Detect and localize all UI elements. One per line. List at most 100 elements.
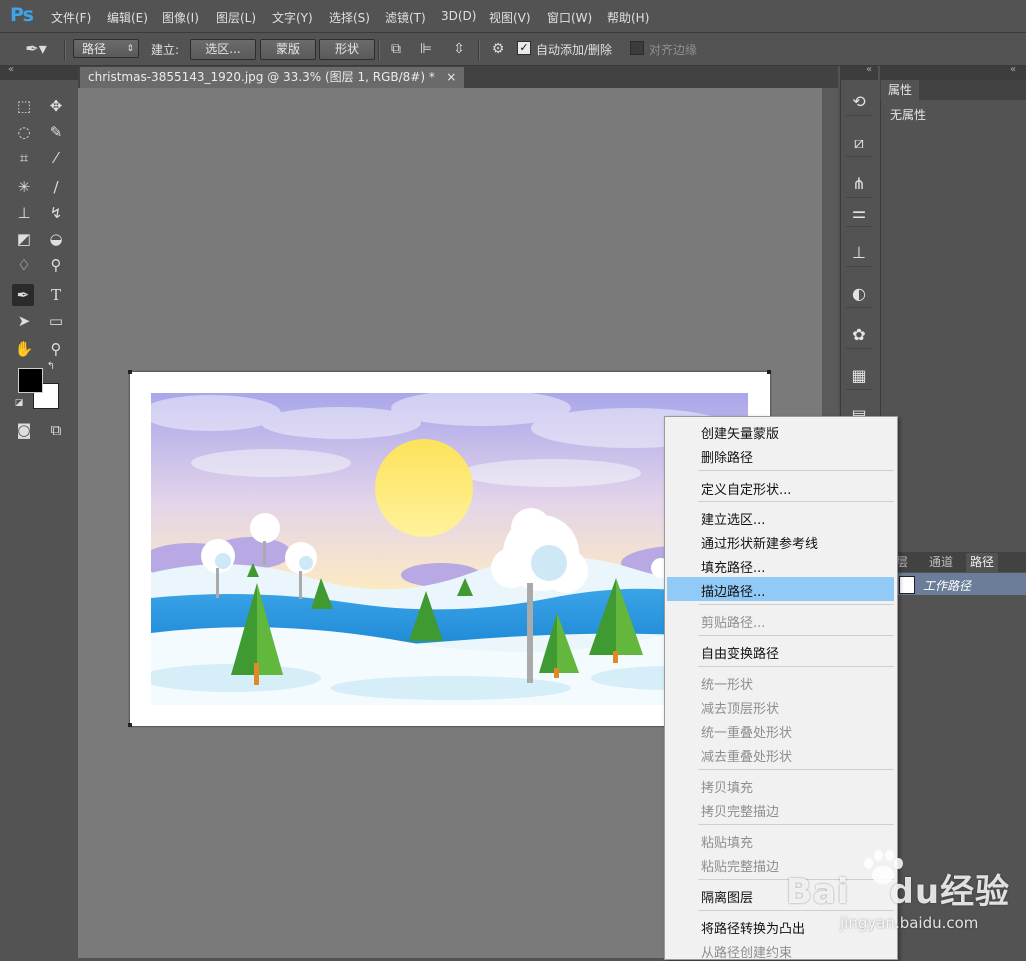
document-title: christmas-3855143_1920.jpg @ 33.3% (图层 1… — [88, 70, 435, 84]
brush-tool-icon[interactable]: ∕ — [45, 176, 67, 198]
updown-icon: ⇕ — [126, 44, 134, 54]
spot-healing-tool-icon[interactable]: ✳ — [13, 176, 35, 198]
tools-panel-header[interactable]: « — [0, 64, 78, 80]
brushes-icon[interactable]: ⋔ — [846, 171, 872, 198]
menu-window[interactable]: 窗口(W) — [547, 9, 592, 26]
menu-item-free-transform-path[interactable]: 自由变换路径 — [701, 643, 779, 662]
quick-mask-icon[interactable]: ◙ — [13, 419, 35, 441]
document-tab[interactable]: christmas-3855143_1920.jpg @ 33.3% (图层 1… — [80, 67, 465, 88]
menu-separator — [698, 824, 894, 825]
menu-separator — [698, 604, 894, 605]
align-edges-label: 对齐边缘 — [649, 43, 698, 57]
crop-tool-icon[interactable]: ⌗ — [13, 147, 35, 169]
quick-selection-tool-icon[interactable]: ✎ — [45, 121, 67, 143]
path-operations-icon[interactable]: ⧉ — [385, 41, 407, 57]
menu-item-define-custom-shape[interactable]: 定义自定形状... — [701, 479, 791, 498]
pen-tool-icon[interactable]: ✒ — [12, 284, 34, 306]
icon-strip-header[interactable]: « — [840, 64, 878, 80]
tab-paths[interactable]: 路径 — [966, 553, 999, 572]
dodge-tool-icon[interactable]: ⚲ — [45, 254, 67, 276]
actions-icon[interactable]: ⧄ — [846, 130, 872, 157]
collapse-icon: « — [8, 64, 15, 75]
make-selection-button[interactable]: 选区... — [190, 39, 256, 60]
default-colors-icon[interactable]: ◪ — [12, 396, 26, 410]
swatches-icon[interactable]: ✿ — [846, 322, 872, 349]
divider — [378, 39, 380, 61]
no-properties-text: 无属性 — [890, 108, 927, 122]
make-label: 建立: — [151, 43, 180, 57]
menu-separator — [698, 769, 894, 770]
clone-source-icon[interactable]: ⊥ — [846, 240, 872, 267]
menu-filter[interactable]: 滤镜(T) — [385, 9, 426, 26]
menu-3d[interactable]: 3D(D) — [441, 9, 476, 23]
history-brush-tool-icon[interactable]: ↯ — [45, 202, 67, 224]
path-selection-tool-icon[interactable]: ➤ — [13, 310, 35, 332]
close-icon[interactable]: × — [446, 70, 456, 84]
menu-item-create-vector-mask[interactable]: 创建矢量蒙版 — [701, 423, 779, 442]
menu-item-stroke-path[interactable]: 描边路径... — [701, 581, 765, 600]
path-name: 工作路径 — [923, 579, 972, 593]
stamp-tool-icon[interactable]: ⊥ — [13, 202, 35, 224]
menu-item-new-guides-from-shape[interactable]: 通过形状新建参考线 — [701, 533, 818, 552]
menu-separator — [698, 501, 894, 502]
menu-file[interactable]: 文件(F) — [51, 9, 91, 26]
watermark-url: jingyan.baidu.com — [840, 914, 979, 932]
eyedropper-tool-icon[interactable]: ⁄ — [45, 147, 67, 169]
menu-layer[interactable]: 图层(L) — [216, 9, 256, 26]
make-mask-button[interactable]: 蒙版 — [260, 39, 316, 60]
menu-item-subtract-overlap: 减去重叠处形状 — [701, 750, 793, 765]
menu-item-isolate-layers[interactable]: 隔离图层 — [701, 887, 753, 906]
navigator-icon[interactable]: ◐ — [846, 281, 872, 308]
paint-bucket-tool-icon[interactable]: ◒ — [45, 228, 67, 250]
menu-view[interactable]: 视图(V) — [489, 9, 531, 26]
tab-properties[interactable]: 属性 — [881, 80, 919, 100]
menu-item-copy-stroke: 拷贝完整描边 — [701, 805, 780, 820]
auto-add-delete-checkbox[interactable]: ✓ — [517, 41, 531, 55]
menu-type[interactable]: 文字(Y) — [272, 9, 313, 26]
blur-tool-icon[interactable]: ♢ — [13, 254, 35, 276]
path-alignment-icon[interactable]: ⊫ — [415, 41, 437, 57]
menu-edit[interactable]: 编辑(E) — [107, 9, 148, 26]
eraser-tool-icon[interactable]: ◩ — [13, 228, 35, 250]
history-icon[interactable]: ⟲ — [846, 89, 872, 116]
make-shape-button[interactable]: 形状 — [319, 39, 375, 60]
hand-tool-icon[interactable]: ✋ — [13, 338, 35, 360]
menu-item-fill-path[interactable]: 填充路径... — [701, 557, 765, 576]
mode-select-value: 路径 — [82, 42, 107, 56]
marquee-tool-icon[interactable]: ⬚ — [13, 95, 35, 117]
corner-marker — [128, 723, 132, 727]
rectangle-tool-icon[interactable]: ▭ — [45, 310, 67, 332]
watermark-brand-2: du — [889, 872, 941, 912]
menu-item-make-selection[interactable]: 建立选区... — [701, 509, 765, 528]
path-thumbnail — [899, 576, 915, 594]
menu-item-delete-path[interactable]: 删除路径 — [701, 447, 753, 466]
mode-select[interactable]: 路径 ⇕ — [73, 39, 139, 58]
align-edges-checkbox[interactable] — [630, 41, 644, 55]
menu-image[interactable]: 图像(I) — [162, 9, 199, 26]
divider — [478, 39, 480, 61]
winter-scene-image — [151, 393, 748, 705]
properties-panel — [880, 66, 1026, 552]
adjustments-icon[interactable]: ⚌ — [846, 200, 872, 227]
gear-icon[interactable]: ⚙ — [487, 41, 509, 57]
menu-select[interactable]: 选择(S) — [329, 9, 370, 26]
collapse-icon: « — [866, 64, 873, 75]
menu-separator — [698, 470, 894, 471]
swap-colors-icon[interactable]: ↰ — [44, 360, 58, 374]
menu-item-paste-fill: 粘贴填充 — [701, 836, 754, 851]
type-tool-icon[interactable]: T — [45, 284, 67, 306]
grid-icon[interactable]: ▦ — [846, 363, 872, 390]
menu-item-convert-path-to-extrusion[interactable]: 将路径转换为凸出 — [701, 918, 805, 937]
properties-panel-header[interactable]: « — [880, 64, 1026, 80]
app-logo: Ps — [10, 4, 34, 26]
pen-tool-preset-icon[interactable]: ✒▾ — [22, 41, 50, 57]
tab-channels[interactable]: 通道 — [929, 553, 953, 572]
move-tool-icon[interactable]: ✥ — [45, 95, 67, 117]
lasso-tool-icon[interactable]: ◌ — [13, 121, 35, 143]
menu-help[interactable]: 帮助(H) — [607, 9, 649, 26]
zoom-tool-icon[interactable]: ⚲ — [45, 338, 67, 360]
path-arrangement-icon[interactable]: ⇳ — [448, 41, 470, 57]
foreground-color-swatch[interactable] — [18, 368, 43, 393]
menu-item-unify-overlap: 统一重叠处形状 — [701, 726, 793, 741]
screen-mode-icon[interactable]: ⧉ — [45, 419, 67, 441]
